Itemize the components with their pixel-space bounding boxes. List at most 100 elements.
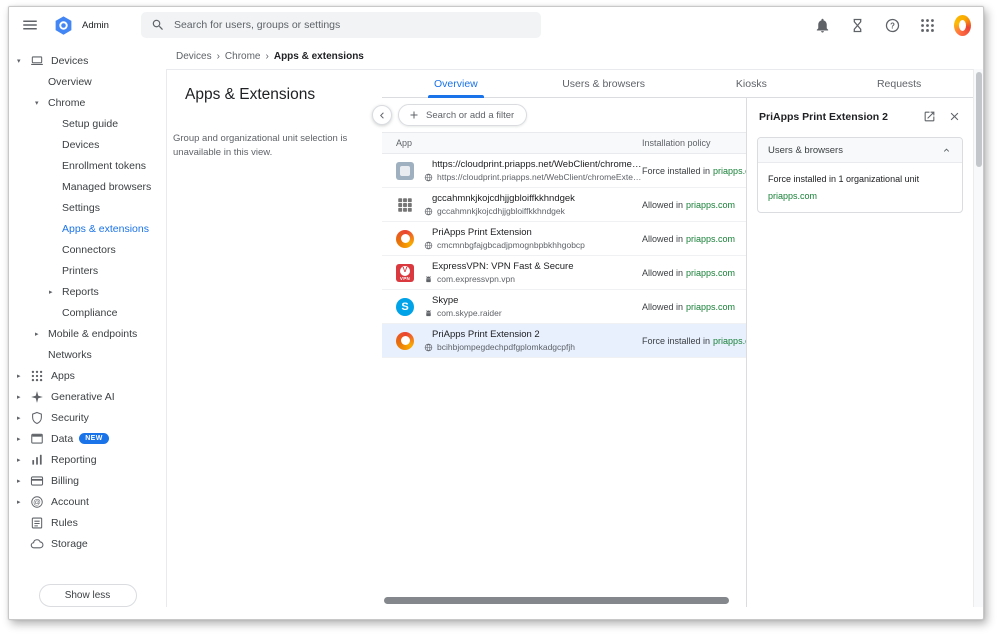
sidebar-item-managed-browsers[interactable]: Managed browsers (9, 176, 166, 197)
sidebar-item-label: Storage (51, 537, 88, 550)
vertical-scrollbar[interactable] (973, 69, 983, 607)
installation-policy: Force installed inpriapps.com (642, 166, 746, 176)
table-row[interactable]: https://cloudprint.priapps.net/WebClient… (382, 154, 746, 188)
table-row[interactable]: V VPN ExpressVPN: VPN Fast & Secure com.e… (382, 256, 746, 290)
sidebar-item-label: Compliance (62, 306, 118, 319)
users-browsers-card: Users & browsers Force installed in 1 or… (757, 137, 963, 214)
ou-link[interactable]: priapps.com (686, 200, 735, 210)
sidebar-item-reports[interactable]: ▸ Reports (9, 281, 166, 302)
ou-link[interactable]: priapps.com (686, 234, 735, 244)
admin-console-window: Admin ? ▾ Devices Overview ▾ Chrome Setu… (8, 6, 984, 620)
skype-app-icon: S (396, 297, 414, 316)
sidebar-item-devices[interactable]: Devices (9, 134, 166, 155)
table-row[interactable]: gccahmnkjkojcdhjjgbloiffkkhndgek gccahmn… (382, 188, 746, 222)
sidebar-item-label: Devices (62, 138, 100, 151)
horizontal-scrollbar-thumb[interactable] (384, 597, 730, 604)
sidebar-item-label: Settings (62, 201, 100, 214)
sidebar-item-reporting[interactable]: ▸ Reporting (9, 449, 166, 470)
tasks-icon[interactable] (849, 17, 866, 34)
tab-requests[interactable]: Requests (825, 70, 973, 97)
sidebar-item-label: Chrome (48, 96, 86, 109)
ou-link[interactable]: priapps.com (713, 166, 746, 176)
search-input[interactable] (173, 19, 531, 31)
ou-link[interactable]: priapps.com (686, 268, 735, 278)
filter-input[interactable]: Search or add a filter (398, 104, 528, 126)
sidebar-item-generative-ai[interactable]: ▸ Generative AI (9, 386, 166, 407)
avatar[interactable] (954, 14, 971, 36)
breadcrumb-chrome[interactable]: Chrome (225, 51, 261, 62)
apps-grid-icon[interactable] (919, 17, 936, 34)
users-browsers-section-header[interactable]: Users & browsers (758, 138, 962, 163)
sidebar-item-billing[interactable]: ▸ Billing (9, 470, 166, 491)
open-in-new-window-icon[interactable] (923, 110, 936, 123)
tab-kiosks[interactable]: Kiosks (678, 70, 826, 97)
show-less-button[interactable]: Show less (38, 584, 137, 607)
sidebar-item-printers[interactable]: Printers (9, 260, 166, 281)
app-id: com.expressvpn.vpn (437, 274, 515, 284)
sidebar-item-settings[interactable]: Settings (9, 197, 166, 218)
topbar: Admin ? (9, 7, 983, 43)
menu-icon[interactable] (21, 16, 39, 34)
tab-overview[interactable]: Overview (382, 70, 530, 97)
tab-users-browsers[interactable]: Users & browsers (530, 70, 678, 97)
sidebar-item-apps[interactable]: ▸ Apps (9, 365, 166, 386)
page-title: Apps & Extensions (185, 86, 316, 103)
tabs-bar: Overview Users & browsers Kiosks Requests (382, 70, 973, 98)
collapse-column-button[interactable] (372, 105, 392, 125)
global-search-bar[interactable] (140, 12, 541, 38)
webapp-app-icon (396, 161, 414, 180)
billing-icon (30, 474, 44, 488)
vertical-scrollbar-thumb[interactable] (976, 72, 982, 167)
sidebar-item-label: Mobile & endpoints (48, 327, 138, 340)
sidebar: ▾ Devices Overview ▾ Chrome Setup guide … (9, 43, 166, 619)
sidebar-item-label: Billing (51, 474, 80, 487)
ou-link[interactable]: priapps.com (713, 336, 746, 346)
notifications-icon[interactable] (814, 17, 831, 34)
add-filter-icon (408, 109, 420, 121)
sidebar-item-label: Apps (51, 369, 75, 382)
sidebar-item-chrome[interactable]: ▾ Chrome (9, 92, 166, 113)
horizontal-scrollbar[interactable] (384, 597, 740, 605)
sidebar-item-label: Reporting (51, 453, 97, 466)
sidebar-item-compliance[interactable]: Compliance (9, 302, 166, 323)
sidebar-item-label: Printers (62, 264, 99, 277)
breadcrumb-devices[interactable]: Devices (176, 51, 212, 62)
sidebar-item-account[interactable]: ▸ @ Account (9, 491, 166, 512)
sidebar-item-setup-guide[interactable]: Setup guide (9, 113, 166, 134)
sidebar-item-connectors[interactable]: Connectors (9, 239, 166, 260)
new-badge: NEW (79, 433, 109, 444)
table-row[interactable]: PriApps Print Extension 2 bcihbjompegdec… (382, 324, 746, 358)
sidebar-item-enrollment-tokens[interactable]: Enrollment tokens (9, 155, 166, 176)
sidebar-item-rules[interactable]: Rules (9, 512, 166, 533)
sidebar-item-security[interactable]: ▸ Security (9, 407, 166, 428)
help-icon[interactable]: ? (884, 17, 901, 34)
installation-policy: Allowed in priapps.com (642, 233, 736, 244)
sidebar-item-label: Generative AI (51, 390, 115, 403)
close-icon[interactable] (948, 110, 961, 123)
app-name: Skype (432, 295, 459, 306)
sidebar-item-overview[interactable]: Overview (9, 71, 166, 92)
sidebar-item-data[interactable]: ▸ Data NEW (9, 428, 166, 449)
devices-icon (30, 54, 44, 68)
app-name: PriApps Print Extension (432, 227, 532, 238)
sidebar-item-storage[interactable]: Storage (9, 533, 166, 554)
expand-arrow: ▸ (35, 330, 39, 338)
android-icon (424, 309, 433, 318)
sidebar-item-apps-extensions[interactable]: Apps & extensions (9, 218, 166, 239)
sidebar-item-networks[interactable]: Networks (9, 344, 166, 365)
table-row[interactable]: S Skype com.skype.raider Allowed in priap… (382, 290, 746, 324)
app-id: https://cloudprint.priapps.net/WebClient… (437, 172, 642, 182)
installation-policy: Allowed in priapps.com (642, 267, 736, 278)
ou-link[interactable]: priapps.com (686, 302, 735, 312)
sidebar-item-label: Apps & extensions (62, 222, 149, 235)
admin-logo-icon (53, 15, 74, 36)
force-install-text: Force installed in 1 organizational unit (768, 174, 920, 184)
column-header-installation-policy: Installation policy (642, 138, 711, 148)
ou-link[interactable]: priapps.com (768, 190, 952, 203)
sidebar-item-mobile-endpoints[interactable]: ▸ Mobile & endpoints (9, 323, 166, 344)
storage-icon (30, 537, 44, 551)
chevron-up-icon (941, 145, 952, 156)
table-row[interactable]: PriApps Print Extension cmcmnbgfajgbcadj… (382, 222, 746, 256)
sidebar-item-devices[interactable]: ▾ Devices (9, 50, 166, 71)
sidebar-item-label: Overview (48, 75, 92, 88)
